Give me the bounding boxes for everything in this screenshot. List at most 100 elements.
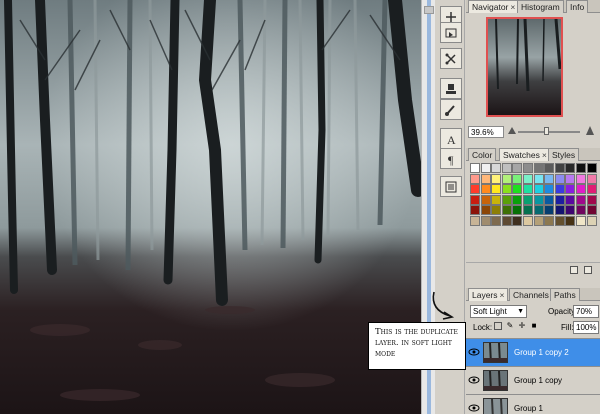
eye-icon[interactable]: [468, 373, 480, 387]
blend-mode-select[interactable]: Soft Light ▼: [470, 305, 527, 318]
color-swatch[interactable]: [523, 194, 533, 205]
color-swatch[interactable]: [565, 205, 576, 216]
lock-transparency-icon[interactable]: [494, 322, 502, 330]
color-swatch[interactable]: [533, 194, 544, 205]
eye-icon[interactable]: [468, 401, 480, 414]
color-swatch[interactable]: [512, 184, 523, 195]
color-swatch[interactable]: [586, 184, 597, 195]
color-swatch[interactable]: [544, 194, 555, 205]
layer-row[interactable]: Group 1: [466, 394, 600, 414]
color-swatch[interactable]: [501, 194, 512, 205]
color-swatch[interactable]: [565, 216, 576, 226]
zoom-input[interactable]: 39.6%: [468, 126, 504, 138]
color-swatch[interactable]: [554, 216, 565, 226]
tab-histogram[interactable]: Histogram: [517, 0, 564, 13]
close-icon[interactable]: ×: [500, 290, 505, 300]
color-swatch[interactable]: [554, 194, 565, 205]
color-swatch[interactable]: [554, 173, 565, 184]
color-swatch[interactable]: [576, 216, 586, 226]
notes-tool-button[interactable]: [440, 176, 462, 197]
slice-tool-button[interactable]: [440, 22, 462, 43]
trash-icon[interactable]: [584, 266, 592, 274]
color-swatch[interactable]: [533, 173, 544, 184]
color-swatch[interactable]: [565, 173, 576, 184]
lock-position-icon[interactable]: ✛: [518, 322, 526, 330]
new-swatch-icon[interactable]: [570, 266, 578, 274]
color-swatch[interactable]: [501, 216, 512, 226]
tab-paths[interactable]: Paths: [550, 288, 580, 301]
color-swatch[interactable]: [480, 163, 491, 173]
tab-navigator[interactable]: Navigator ×: [468, 0, 520, 13]
layer-row[interactable]: Group 1 copy: [466, 366, 600, 394]
color-swatch[interactable]: [533, 205, 544, 216]
opacity-input[interactable]: 70%: [573, 305, 599, 318]
color-swatch[interactable]: [523, 184, 533, 195]
tab-channels[interactable]: Channels: [509, 288, 553, 301]
zoom-in-icon[interactable]: [586, 126, 594, 135]
color-swatch[interactable]: [470, 216, 480, 226]
color-swatch[interactable]: [501, 205, 512, 216]
color-swatch[interactable]: [480, 205, 491, 216]
color-swatch[interactable]: [554, 205, 565, 216]
color-swatch[interactable]: [480, 194, 491, 205]
color-swatch[interactable]: [565, 194, 576, 205]
color-swatch[interactable]: [512, 173, 523, 184]
stamp-tool-button[interactable]: [440, 78, 462, 99]
lock-all-icon[interactable]: ■: [530, 322, 538, 330]
document-canvas[interactable]: [0, 0, 421, 414]
color-swatch[interactable]: [576, 173, 586, 184]
color-swatch[interactable]: [470, 184, 480, 195]
close-icon[interactable]: ×: [542, 150, 547, 160]
color-swatch[interactable]: [523, 216, 533, 226]
color-swatch[interactable]: [470, 205, 480, 216]
color-swatch[interactable]: [470, 194, 480, 205]
color-swatch[interactable]: [544, 173, 555, 184]
color-swatch[interactable]: [544, 216, 555, 226]
color-swatch[interactable]: [480, 216, 491, 226]
tab-color[interactable]: Color: [468, 148, 497, 161]
tab-layers[interactable]: Layers ×: [468, 288, 509, 301]
color-swatch[interactable]: [586, 205, 597, 216]
color-swatch[interactable]: [576, 184, 586, 195]
color-swatch[interactable]: [565, 184, 576, 195]
color-swatch[interactable]: [586, 216, 597, 226]
color-swatch[interactable]: [512, 194, 523, 205]
color-swatch[interactable]: [501, 184, 512, 195]
color-swatch[interactable]: [533, 163, 544, 173]
crop-tool-button[interactable]: [440, 48, 462, 69]
color-swatch[interactable]: [491, 194, 502, 205]
paragraph-tool-button[interactable]: ¶: [440, 148, 462, 169]
strip-grip[interactable]: [424, 6, 434, 14]
color-swatch[interactable]: [480, 173, 491, 184]
color-swatch[interactable]: [512, 163, 523, 173]
color-swatch[interactable]: [501, 163, 512, 173]
color-swatch[interactable]: [565, 163, 576, 173]
color-swatch[interactable]: [491, 216, 502, 226]
brush-tool-button[interactable]: [440, 99, 462, 120]
lock-image-icon[interactable]: ✎: [506, 322, 514, 330]
tab-info[interactable]: Info: [566, 0, 589, 13]
navigator-preview[interactable]: [486, 17, 563, 117]
color-swatch[interactable]: [501, 173, 512, 184]
color-swatch[interactable]: [491, 205, 502, 216]
color-swatch[interactable]: [586, 163, 597, 173]
close-icon[interactable]: ×: [510, 2, 515, 12]
color-swatch[interactable]: [470, 173, 480, 184]
color-swatch[interactable]: [576, 205, 586, 216]
color-swatch[interactable]: [544, 163, 555, 173]
color-swatch[interactable]: [491, 173, 502, 184]
color-swatch[interactable]: [586, 173, 597, 184]
color-swatch[interactable]: [512, 216, 523, 226]
color-swatch[interactable]: [523, 173, 533, 184]
color-swatch[interactable]: [544, 184, 555, 195]
color-swatch[interactable]: [491, 184, 502, 195]
color-swatch[interactable]: [523, 205, 533, 216]
color-swatch[interactable]: [544, 205, 555, 216]
color-swatch[interactable]: [576, 163, 586, 173]
color-swatch[interactable]: [554, 163, 565, 173]
tab-swatches[interactable]: Swatches ×: [499, 148, 551, 161]
layer-row[interactable]: Group 1 copy 2: [466, 338, 600, 366]
color-swatch[interactable]: [533, 216, 544, 226]
zoom-slider-handle[interactable]: [544, 127, 549, 135]
color-swatch[interactable]: [512, 205, 523, 216]
